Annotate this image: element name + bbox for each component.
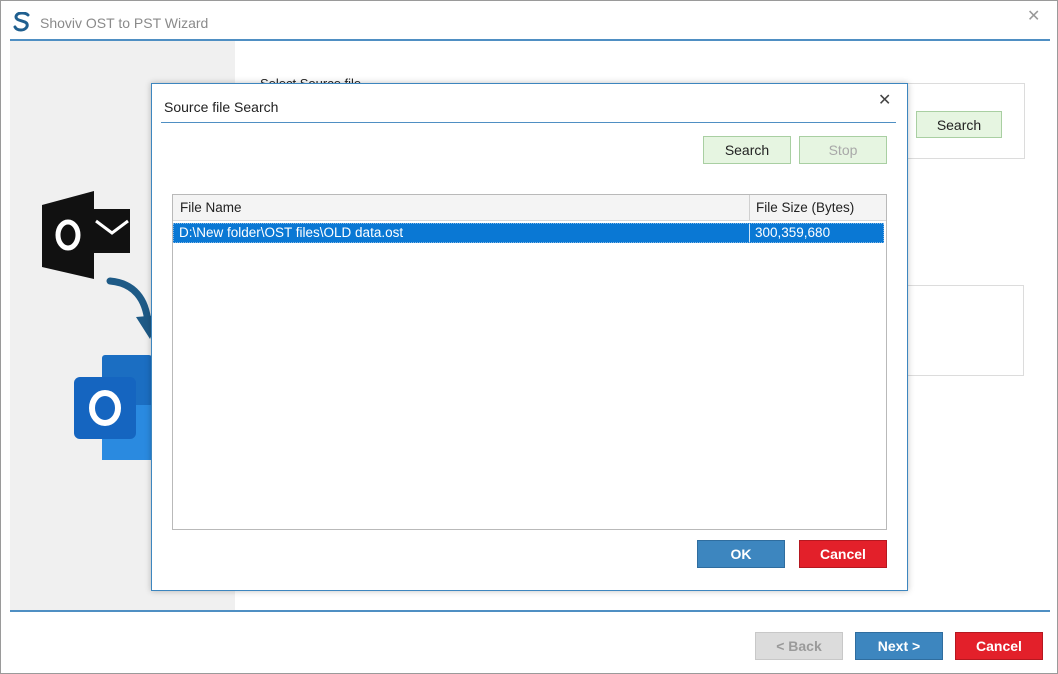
table-row[interactable]: D:\New folder\OST files\OLD data.ost 300…	[173, 223, 884, 243]
cell-file-name: D:\New folder\OST files\OLD data.ost	[179, 225, 404, 240]
background-search-button[interactable]: Search	[916, 111, 1002, 138]
dialog-cancel-button[interactable]: Cancel	[799, 540, 887, 568]
dialog-close-icon[interactable]: ✕	[878, 90, 891, 110]
dialog-ok-button[interactable]: OK	[697, 540, 785, 568]
ost-outlook-icon	[42, 191, 132, 281]
column-header-file-name[interactable]: File Name	[173, 195, 749, 220]
dialog-title: Source file Search	[164, 99, 279, 115]
file-list-header: File Name File Size (Bytes)	[173, 195, 886, 221]
cell-file-size: 300,359,680	[755, 225, 831, 240]
dialog-ok-label: OK	[730, 546, 752, 562]
source-file-search-dialog: Source file Search ✕ Search Stop File Na…	[151, 83, 908, 591]
window-title: Shoviv OST to PST Wizard	[40, 15, 209, 31]
shoviv-logo-icon	[13, 12, 31, 32]
cancel-button-label: Cancel	[976, 638, 1022, 654]
file-list[interactable]: File Name File Size (Bytes) D:\New folde…	[172, 194, 887, 530]
footer-divider	[10, 610, 1050, 612]
dialog-stop-label: Stop	[828, 142, 858, 158]
dialog-cancel-label: Cancel	[820, 546, 866, 562]
window-close-icon[interactable]: ✕	[1027, 6, 1040, 26]
dialog-title-divider	[161, 122, 896, 123]
dialog-stop-button[interactable]: Stop	[799, 136, 887, 164]
dialog-search-label: Search	[724, 142, 770, 158]
next-button-label: Next >	[877, 638, 921, 654]
back-button-label: < Back	[776, 638, 822, 654]
outlook-pst-icon	[72, 355, 152, 465]
title-bar: Shoviv OST to PST Wizard ✕	[1, 1, 1057, 41]
options-group	[907, 285, 1024, 376]
dialog-search-button[interactable]: Search	[703, 136, 791, 164]
column-header-file-size[interactable]: File Size (Bytes)	[749, 195, 885, 220]
back-button[interactable]: < Back	[755, 632, 843, 660]
next-button[interactable]: Next >	[855, 632, 943, 660]
cancel-button[interactable]: Cancel	[955, 632, 1043, 660]
